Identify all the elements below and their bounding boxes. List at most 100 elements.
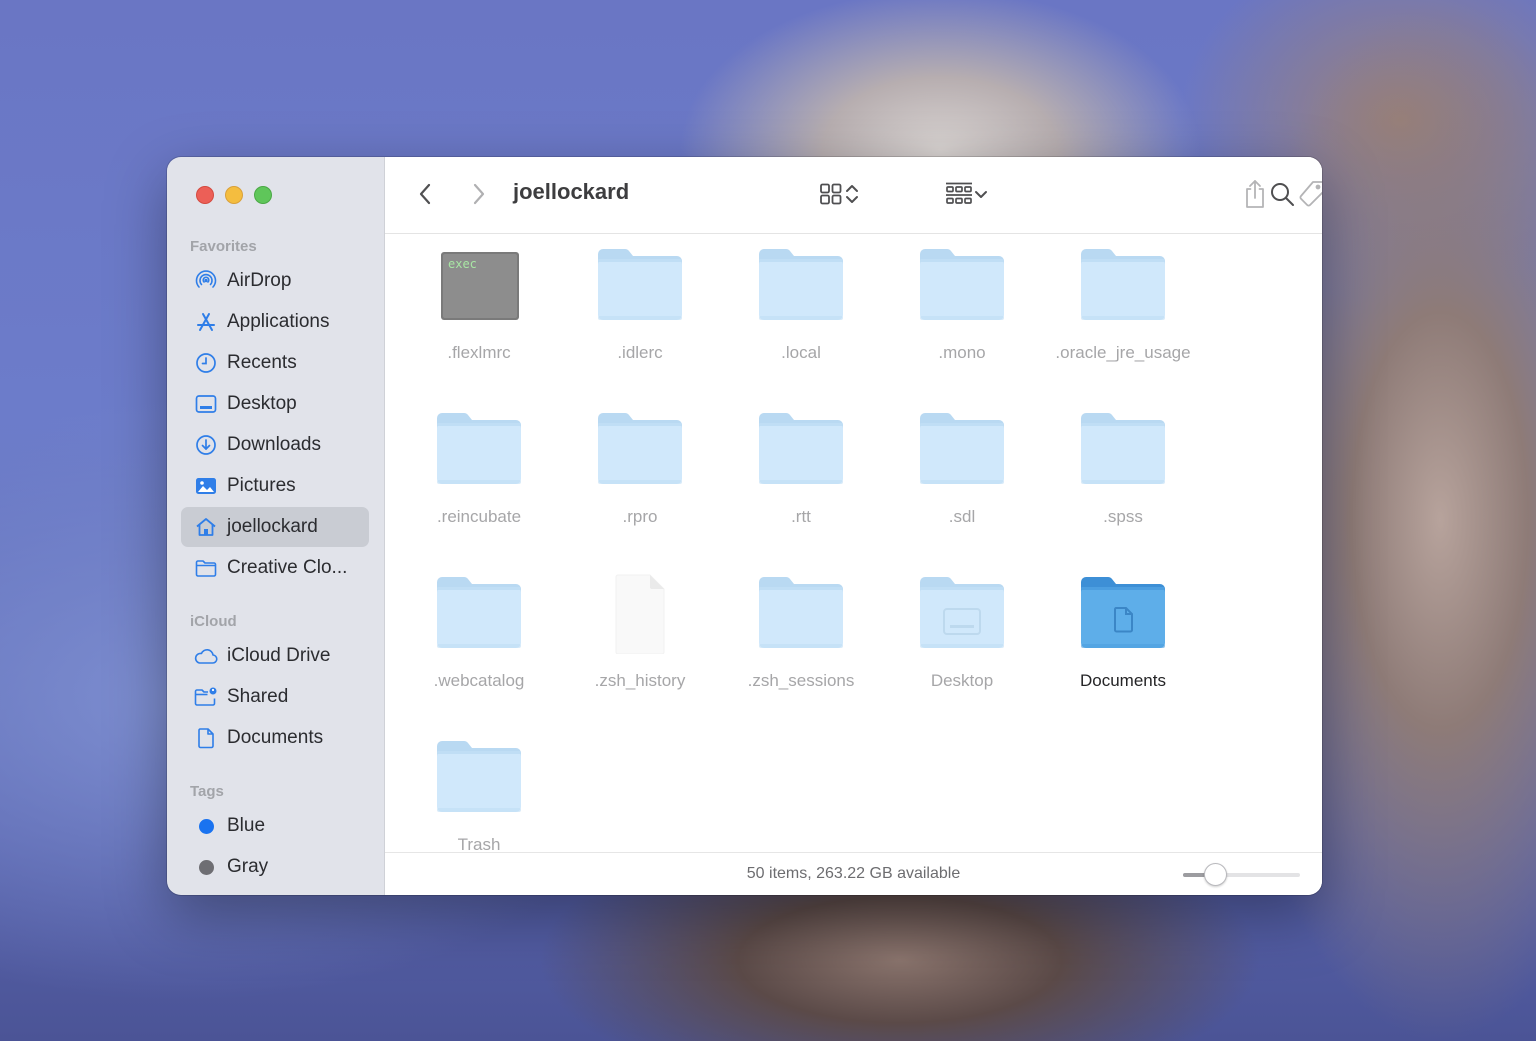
sidebar-item-label: AirDrop (227, 270, 292, 291)
file-name: .oracle_jre_usage (1055, 343, 1191, 362)
folder-icon (433, 738, 525, 818)
search-icon (1271, 183, 1294, 206)
sidebar-item-home[interactable]: joellockard (181, 507, 369, 547)
sidebar-item-label: Pictures (227, 475, 296, 496)
file-item[interactable]: .rtt (721, 403, 881, 567)
search-button[interactable] (1265, 177, 1299, 211)
window-title: joellockard (513, 179, 630, 204)
toolbar: joellockard (385, 157, 1322, 234)
file-name: .rpro (622, 507, 658, 526)
file-item[interactable]: .zsh_sessions (721, 567, 881, 731)
file-item[interactable]: .reincubate (399, 403, 559, 567)
file-item[interactable]: .idlerc (560, 239, 720, 403)
chevron-down-icon (975, 191, 987, 198)
sidebar-item-label: Shared (227, 686, 289, 707)
chevron-left-icon (419, 183, 431, 205)
folder-icon (594, 246, 686, 326)
group-by-button[interactable] (937, 179, 995, 209)
file-name: .spss (1103, 507, 1143, 526)
sidebar-item-pictures[interactable]: Pictures (181, 466, 369, 506)
file-item[interactable]: Desktop (882, 567, 1042, 731)
file-item[interactable]: .oracle_jre_usage (1043, 239, 1203, 403)
file-name: Desktop (930, 671, 994, 690)
main-pane: joellockard exec .flexlmrc .idlerc .loca… (385, 157, 1322, 895)
traffic-lights (196, 186, 272, 204)
sidebar-item-label: Creative Clo... (227, 557, 348, 578)
section-label-tags: Tags (190, 783, 224, 800)
file-item[interactable]: .mono (882, 239, 1042, 403)
sidebar-item-label: Documents (227, 727, 324, 748)
slider-knob[interactable] (1203, 863, 1227, 886)
sidebar-item-creative-cloud[interactable]: Creative Clo... (181, 548, 369, 588)
svg-text:exec: exec (448, 257, 477, 271)
folder-icon (594, 410, 686, 490)
sidebar-item-label: Recents (227, 352, 297, 373)
sidebar-item-shared[interactable]: Shared (181, 677, 369, 717)
sidebar-item-label: iCloud Drive (227, 645, 331, 666)
desktop-folder-icon (916, 574, 1008, 654)
close-button[interactable] (196, 186, 214, 204)
file-item[interactable]: .rpro (560, 403, 720, 567)
sidebar-item-label: Downloads (227, 434, 321, 455)
folder-icon (755, 574, 847, 654)
file-name: Documents (1080, 671, 1166, 690)
back-button[interactable] (411, 179, 441, 209)
sidebar-item-icloud-documents[interactable]: Documents (181, 718, 369, 758)
file-item[interactable]: .spss (1043, 403, 1203, 567)
file-icon (594, 574, 686, 655)
folder-icon (433, 410, 525, 490)
file-item[interactable]: Documents (1043, 567, 1203, 731)
chevron-updown-icon (846, 185, 858, 203)
file-item[interactable]: exec .flexlmrc (399, 239, 559, 403)
folder-icon (916, 410, 1008, 490)
sidebar: Favorites AirDrop Applications Recents D… (167, 157, 385, 895)
folder-icon (1077, 410, 1169, 490)
finder-window: Favorites AirDrop Applications Recents D… (167, 157, 1322, 895)
status-text: 50 items, 263.22 GB available (746, 865, 961, 882)
file-name: .idlerc (617, 343, 663, 362)
tag-color-dot-icon (193, 813, 219, 839)
file-grid: exec .flexlmrc .idlerc .local .mono .oracle_j… (385, 235, 1322, 852)
sidebar-item-tag-gray[interactable]: Gray (181, 847, 369, 887)
documents-folder-icon (1077, 574, 1169, 654)
icon-size-slider[interactable] (1183, 863, 1300, 886)
section-label-icloud: iCloud (190, 613, 237, 630)
file-name: .zsh_history (594, 671, 686, 690)
zoom-button[interactable] (254, 186, 272, 204)
sidebar-item-applications[interactable]: Applications (181, 302, 369, 342)
photo-icon (193, 473, 219, 499)
file-item[interactable]: Trash (399, 731, 559, 852)
file-item[interactable]: .zsh_history (560, 567, 720, 731)
icon-grid-view-icon (820, 183, 842, 205)
sidebar-item-desktop[interactable]: Desktop (181, 384, 369, 424)
sidebar-item-recents[interactable]: Recents (181, 343, 369, 383)
folder-icon (433, 574, 525, 654)
group-by-icon (946, 182, 972, 204)
sidebar-item-airdrop[interactable]: AirDrop (181, 261, 369, 301)
file-item[interactable]: .local (721, 239, 881, 403)
airdrop-icon (193, 268, 219, 294)
sidebar-item-icloud-drive[interactable]: iCloud Drive (181, 636, 369, 676)
forward-button[interactable] (463, 179, 493, 209)
folder-icon (193, 555, 219, 581)
executable-icon: exec (433, 246, 525, 326)
desktop-icon (193, 391, 219, 417)
folder-icon (916, 246, 1008, 326)
view-mode-button[interactable] (809, 179, 869, 209)
sidebar-item-label: joellockard (227, 516, 318, 537)
sidebar-item-downloads[interactable]: Downloads (181, 425, 369, 465)
sidebar-item-label: Blue (227, 815, 266, 836)
file-name: .zsh_sessions (747, 671, 855, 690)
gray-dot (198, 859, 214, 875)
minimize-button[interactable] (225, 186, 243, 204)
file-item[interactable]: .sdl (882, 403, 1042, 567)
sidebar-item-tag-blue[interactable]: Blue (181, 806, 369, 846)
file-name: .rtt (791, 507, 811, 526)
file-name: .flexlmrc (447, 343, 511, 362)
chevron-right-icon (473, 183, 485, 205)
folder-icon (755, 410, 847, 490)
download-icon (193, 432, 219, 458)
tag-color-dot-icon (193, 854, 219, 880)
status-bar: 50 items, 263.22 GB available (385, 852, 1322, 895)
file-item[interactable]: .webcatalog (399, 567, 559, 731)
